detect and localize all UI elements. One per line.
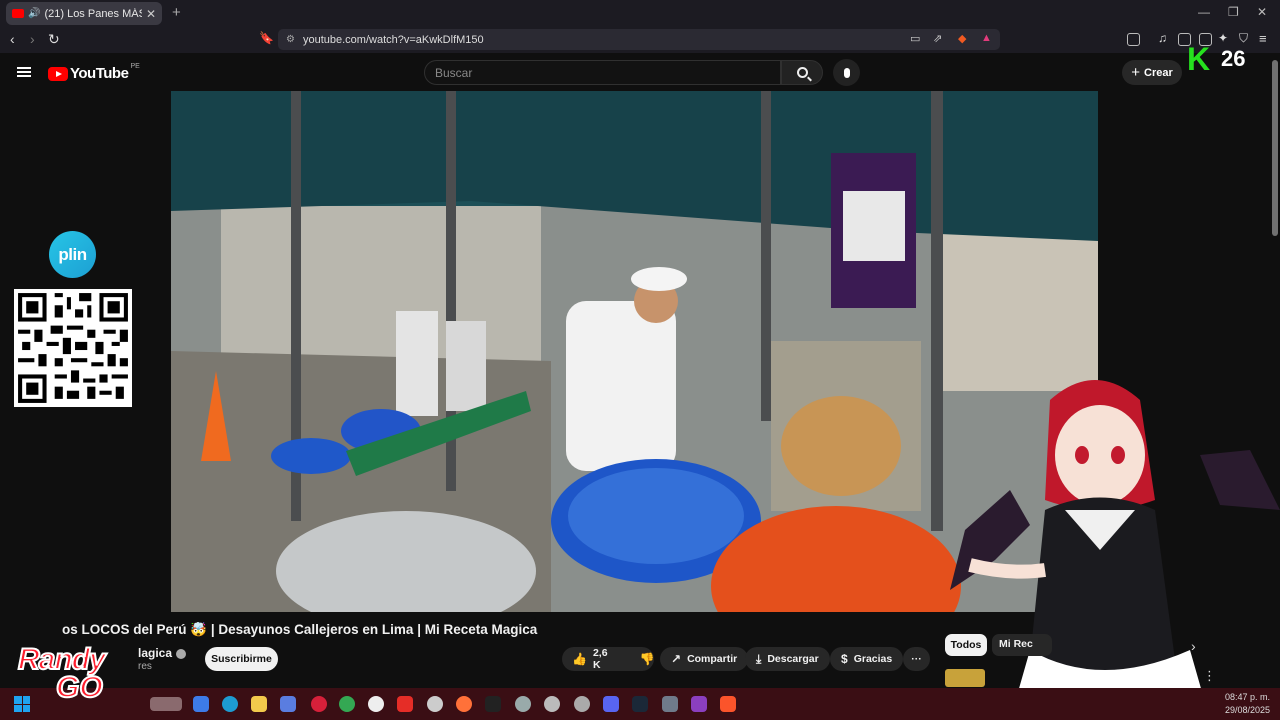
thanks-button[interactable]: $ Gracias [830, 647, 904, 671]
app-icon-5[interactable] [691, 696, 707, 712]
edge-icon[interactable] [222, 696, 238, 712]
microphone-icon [843, 67, 850, 78]
tab-title: (21) Los Panes MÁS LOCOS d [44, 7, 141, 20]
app-icon[interactable] [368, 696, 384, 712]
subscribe-button[interactable]: Suscribirme [205, 647, 278, 671]
youtube-logo[interactable]: YouTube PE [48, 63, 140, 82]
next-icon[interactable] [485, 696, 501, 712]
browser-tab-active[interactable]: 🔊 (21) Los Panes MÁS LOCOS d ✕ [6, 2, 162, 25]
download-button[interactable]: ⤓ Descargar [745, 647, 830, 671]
share-button[interactable]: ↗ Compartir [660, 647, 749, 671]
qr-code-image [14, 289, 132, 407]
chip-mi-receta[interactable]: Mi Rec [992, 634, 1052, 656]
youtube-header: YouTube PE Buscar + Crear [0, 53, 1280, 91]
leo-ai-icon[interactable]: ✦ [1218, 31, 1228, 45]
close-tab-icon[interactable]: ✕ [146, 7, 156, 21]
menu-icon[interactable]: ≡ [1259, 31, 1267, 46]
voice-search-button[interactable] [833, 59, 860, 86]
windows-taskbar [0, 688, 1280, 720]
streamer-logo: Randy GO [17, 615, 158, 705]
more-actions-button[interactable]: ··· [903, 647, 930, 671]
more-vert-icon[interactable]: ⋮ [1203, 668, 1216, 684]
cast-icon[interactable]: ▭ [910, 32, 920, 45]
download-label: Descargar [767, 653, 819, 665]
hamburger-menu-icon[interactable] [17, 67, 31, 77]
chip-todos[interactable]: Todos [945, 634, 987, 656]
browser-tab-strip: 🔊 (21) Los Panes MÁS LOCOS d ✕ + — ❐ ✕ [0, 0, 1280, 27]
app-icon-3[interactable] [544, 696, 560, 712]
search-input[interactable]: Buscar [424, 60, 781, 85]
page-scrollbar[interactable] [1272, 60, 1278, 236]
back-button[interactable]: ‹ [10, 31, 15, 47]
thanks-label: Gracias [853, 653, 893, 665]
plin-logo: plin [49, 231, 96, 278]
share-page-icon[interactable]: ⇗ [933, 32, 942, 45]
share-label: Compartir [687, 653, 738, 665]
new-tab-button[interactable]: + [172, 4, 181, 21]
speaker-icon[interactable]: 🔊 [28, 8, 40, 19]
viewer-count: 26 [1221, 46, 1246, 71]
steam-icon[interactable] [632, 696, 648, 712]
taskbar-clock[interactable]: 08:47 p. m. 29/08/2025 [1224, 691, 1270, 717]
thumbs-down-icon: 👎 [639, 652, 655, 666]
super-thanks-icon: $ [841, 652, 848, 666]
country-code: PE [130, 63, 140, 70]
store-icon[interactable] [280, 696, 296, 712]
clock-time: 08:47 p. m. [1224, 692, 1270, 702]
copilot-icon[interactable] [193, 696, 209, 712]
brave-icon[interactable] [720, 696, 736, 712]
site-info-icon[interactable]: ⚙ [286, 34, 295, 45]
create-label: Crear [1144, 66, 1173, 79]
address-bar[interactable]: ⚙ youtube.com/watch?v=aKwkDlfM150 ▭ ⇗ ◆ … [278, 29, 1000, 50]
app-icon-4[interactable] [574, 696, 590, 712]
youtube-app-icon[interactable] [397, 696, 413, 712]
window-close-button[interactable]: ✕ [1257, 5, 1267, 19]
restore-button[interactable]: ❐ [1228, 5, 1239, 19]
verified-icon [176, 648, 187, 659]
like-count: 2,6 K [592, 647, 608, 671]
vpn-icon[interactable]: ⛉ [1239, 31, 1248, 46]
search-button[interactable] [781, 60, 823, 85]
file-explorer-icon[interactable] [251, 696, 267, 712]
streamer-logo-bottom: GO [55, 670, 104, 705]
download-icon: ⤓ [756, 651, 762, 666]
youtube-favicon-icon [12, 9, 24, 18]
extensions-icon[interactable] [1127, 33, 1140, 46]
kick-logo: K [1187, 41, 1211, 77]
url-text: youtube.com/watch?v=aKwkDlfM150 [302, 33, 484, 46]
logo-wordmark: YouTube [70, 65, 129, 82]
github-icon[interactable] [427, 696, 443, 712]
firefox-icon[interactable] [456, 696, 472, 712]
media-icon[interactable]: ♫ [1158, 31, 1167, 45]
clock-date: 29/08/2025 [1224, 705, 1270, 715]
reload-button[interactable]: ↻ [48, 31, 60, 48]
app-icon-2[interactable] [515, 696, 531, 712]
brave-rewards-icon[interactable]: ▲ [981, 32, 992, 44]
chevron-right-icon[interactable]: › [1191, 638, 1196, 654]
chrome-icon[interactable] [339, 696, 355, 712]
share-icon: ↗ [671, 652, 682, 666]
settings-icon[interactable] [662, 696, 678, 712]
opera-icon[interactable] [311, 696, 327, 712]
youtube-play-icon [48, 66, 68, 81]
brave-shields-icon[interactable]: ◆ [958, 32, 966, 45]
recommended-thumbnail[interactable] [945, 669, 985, 687]
minimize-button[interactable]: — [1198, 5, 1210, 19]
plus-icon: + [1131, 64, 1140, 81]
browser-toolbar: ‹ › ↻ 🔖 ⚙ youtube.com/watch?v=aKwkDlfM15… [0, 27, 1280, 53]
search-icon [796, 67, 808, 78]
forward-button[interactable]: › [30, 31, 35, 47]
vtuber-avatar-image [950, 380, 1280, 720]
discord-icon[interactable] [603, 696, 619, 712]
like-button[interactable]: 👍 2,6 K [562, 647, 618, 671]
create-button[interactable]: + Crear [1122, 60, 1182, 85]
like-dislike-group: 👍 2,6 K 👎 [562, 647, 655, 671]
bookmark-icon[interactable]: 🔖 [259, 31, 274, 45]
thumbs-up-icon: 👍 [572, 652, 587, 666]
